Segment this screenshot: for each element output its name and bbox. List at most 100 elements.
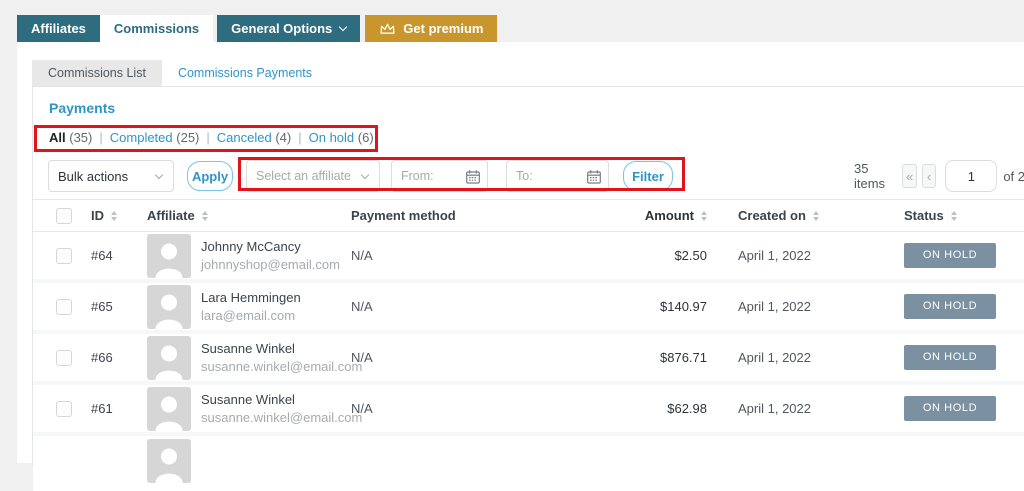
- affiliates-commissions-page: { "colors": { "teal": "#2e6c80", "gold":…: [0, 0, 1024, 463]
- payment-method: N/A: [351, 385, 531, 432]
- sort-icon: [111, 211, 117, 221]
- date-to-field: [506, 160, 609, 192]
- tab-commissions-list[interactable]: Commissions List: [32, 60, 162, 86]
- amount: $62.98: [523, 385, 707, 432]
- view-divider: |: [298, 130, 301, 145]
- sort-icon: [951, 211, 957, 221]
- header-id[interactable]: ID: [91, 200, 141, 231]
- status-badge: ON HOLD: [904, 345, 996, 370]
- created-on: April 1, 2022: [738, 385, 868, 432]
- avatar: [147, 387, 191, 431]
- avatar: [147, 234, 191, 278]
- prev-page-button[interactable]: ‹: [922, 164, 936, 188]
- tab-commissions-payments[interactable]: Commissions Payments: [162, 60, 328, 86]
- affiliate-email: susanne.winkel@email.com: [201, 358, 362, 376]
- payment-id: #61: [91, 385, 141, 432]
- created-on: April 1, 2022: [738, 232, 868, 279]
- sort-icon: [701, 211, 707, 221]
- payment-method: N/A: [351, 232, 531, 279]
- header-amount[interactable]: Amount: [523, 200, 707, 231]
- payment-id: #64: [91, 232, 141, 279]
- affiliate-name: Susanne Winkel: [201, 391, 362, 409]
- crown-icon: [379, 22, 396, 35]
- calendar-icon[interactable]: [465, 169, 481, 188]
- payment-id: #66: [91, 334, 141, 381]
- filter-button[interactable]: Filter: [623, 161, 673, 191]
- select-row-checkbox[interactable]: [56, 401, 72, 417]
- affiliate-select-placeholder: Select an affiliate: [256, 169, 351, 183]
- header-created-on-label: Created on: [738, 208, 806, 223]
- table-row: #64 Johnny McCancy johnnyshop@email.com …: [33, 232, 1024, 283]
- view-all[interactable]: All (35): [49, 130, 92, 145]
- get-premium-button[interactable]: Get premium: [365, 15, 497, 42]
- plugin-nav-tabs: Affiliates Commissions General Options G…: [17, 15, 497, 42]
- view-completed[interactable]: Completed (25): [110, 130, 200, 145]
- header-status[interactable]: Status: [904, 200, 1004, 231]
- view-canceled[interactable]: Canceled (4): [217, 130, 291, 145]
- tab-affiliates[interactable]: Affiliates: [17, 15, 100, 42]
- payment-id: #65: [91, 283, 141, 330]
- table-row: #66 Susanne Winkel susanne.winkel@email.…: [33, 334, 1024, 385]
- view-canceled-count: (4): [275, 130, 291, 145]
- apply-button[interactable]: Apply: [187, 161, 233, 191]
- avatar: [147, 336, 191, 380]
- pagination: 35 items « ‹ of 2: [854, 160, 1024, 192]
- avatar: [147, 439, 191, 483]
- chevron-down-icon: [155, 170, 163, 178]
- affiliate-email: lara@email.com: [201, 307, 301, 325]
- affiliate-select[interactable]: Select an affiliate: [246, 160, 380, 192]
- header-amount-label: Amount: [645, 208, 694, 223]
- view-on-hold-label: On hold: [309, 130, 355, 145]
- get-premium-label: Get premium: [403, 21, 483, 36]
- avatar: [147, 285, 191, 329]
- header-affiliate-label: Affiliate: [147, 208, 195, 223]
- view-all-label: All: [49, 130, 66, 145]
- items-count: 35 items: [854, 161, 892, 191]
- header-status-label: Status: [904, 208, 944, 223]
- header-payment-method-label: Payment method: [351, 208, 456, 223]
- date-from-field: [391, 160, 488, 192]
- header-id-label: ID: [91, 208, 104, 223]
- select-row-checkbox[interactable]: [56, 248, 72, 264]
- select-row-checkbox[interactable]: [56, 350, 72, 366]
- header-created-on[interactable]: Created on: [738, 200, 868, 231]
- affiliate-name: Lara Hemmingen: [201, 289, 301, 307]
- view-completed-label: Completed: [110, 130, 173, 145]
- tab-commissions[interactable]: Commissions: [100, 15, 213, 42]
- page-title: Payments: [49, 100, 115, 116]
- header-payment-method: Payment method: [351, 200, 531, 231]
- view-completed-count: (25): [176, 130, 199, 145]
- payments-content-box: Payments All (35) | Completed (25) | Cancele…: [32, 86, 1024, 465]
- table-header-row: ID Affiliate Payment method Amount Creat…: [33, 199, 1024, 232]
- view-all-count: (35): [69, 130, 92, 145]
- created-on: April 1, 2022: [738, 283, 868, 330]
- sort-icon: [202, 211, 208, 221]
- status-badge: ON HOLD: [904, 243, 996, 268]
- view-on-hold[interactable]: On hold (6): [309, 130, 374, 145]
- header-affiliate[interactable]: Affiliate: [147, 200, 367, 231]
- table-row: #65 Lara Hemmingen lara@email.com N/A $1…: [33, 283, 1024, 334]
- status-view-links: All (35)|Completed (25)|Canceled (4)|On …: [49, 130, 374, 145]
- chevron-down-icon: [361, 170, 369, 178]
- total-pages-label: of 2: [1003, 169, 1024, 184]
- view-divider: |: [99, 130, 102, 145]
- view-on-hold-count: (6): [358, 130, 374, 145]
- calendar-icon[interactable]: [586, 169, 602, 188]
- status-badge: ON HOLD: [904, 396, 996, 421]
- select-row-checkbox[interactable]: [56, 299, 72, 315]
- payments-table: ID Affiliate Payment method Amount Creat…: [33, 199, 1024, 491]
- chevron-down-icon: [339, 23, 347, 31]
- status-badge: ON HOLD: [904, 294, 996, 319]
- payment-method: N/A: [351, 334, 531, 381]
- current-page-input[interactable]: [945, 160, 997, 192]
- first-page-button[interactable]: «: [902, 164, 916, 188]
- amount: $876.71: [523, 334, 707, 381]
- commissions-sub-tabs: Commissions List Commissions Payments: [32, 60, 328, 86]
- select-all-checkbox[interactable]: [56, 208, 72, 224]
- amount: $2.50: [523, 232, 707, 279]
- main-panel: Commissions List Commissions Payments Pa…: [17, 42, 1024, 463]
- affiliate-name: Johnny McCancy: [201, 238, 340, 256]
- bulk-actions-select[interactable]: Bulk actions: [48, 160, 174, 192]
- tab-general-options[interactable]: General Options: [217, 15, 360, 42]
- created-on: April 1, 2022: [738, 334, 868, 381]
